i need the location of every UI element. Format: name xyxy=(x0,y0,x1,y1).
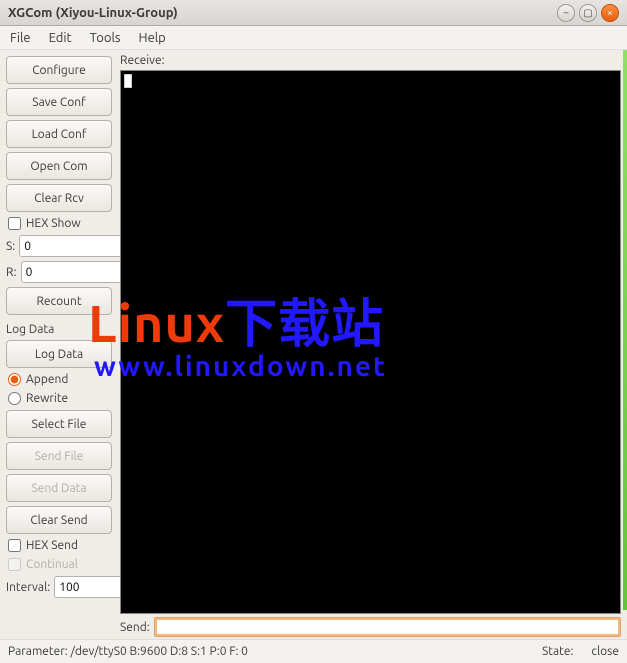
append-radio[interactable]: Append xyxy=(6,372,112,387)
window-buttons: – ▢ × xyxy=(557,4,619,22)
open-com-button[interactable]: Open Com xyxy=(6,152,112,180)
hex-show-checkbox[interactable]: HEX Show xyxy=(6,216,112,231)
close-icon[interactable]: × xyxy=(601,4,619,22)
parameter-label: Parameter: xyxy=(8,645,68,658)
receive-label: Receive: xyxy=(120,54,621,67)
titlebar: XGCom (Xiyou-Linux-Group) – ▢ × xyxy=(0,0,627,26)
hex-show-input[interactable] xyxy=(8,217,21,230)
clear-send-button[interactable]: Clear Send xyxy=(6,506,112,534)
hex-send-label: HEX Send xyxy=(26,539,78,552)
rewrite-input[interactable] xyxy=(8,392,21,405)
desktop-edge xyxy=(623,50,627,610)
terminal-caret xyxy=(124,74,132,88)
send-label: Send: xyxy=(120,621,150,634)
continual-label: Continual xyxy=(26,558,78,571)
select-file-button[interactable]: Select File xyxy=(6,410,112,438)
configure-button[interactable]: Configure xyxy=(6,56,112,84)
parameter-cell: Parameter: /dev/ttyS0 B:9600 D:8 S:1 P:0… xyxy=(8,645,248,658)
hex-show-label: HEX Show xyxy=(26,217,81,230)
menu-tools[interactable]: Tools xyxy=(90,31,121,45)
continual-input xyxy=(8,558,21,571)
save-conf-button[interactable]: Save Conf xyxy=(6,88,112,116)
content-area: Receive: Send: Linux下载站 www.linuxdown.ne… xyxy=(118,50,627,639)
s-label: S: xyxy=(6,240,15,253)
rewrite-label: Rewrite xyxy=(26,392,68,405)
recount-button[interactable]: Recount xyxy=(6,287,112,315)
load-conf-button[interactable]: Load Conf xyxy=(6,120,112,148)
parameter-value: /dev/ttyS0 B:9600 D:8 S:1 P:0 F: 0 xyxy=(71,645,248,658)
append-label: Append xyxy=(26,373,68,386)
r-label: R: xyxy=(6,266,17,279)
continual-checkbox[interactable]: Continual xyxy=(6,557,112,572)
rewrite-radio[interactable]: Rewrite xyxy=(6,391,112,406)
menubar: File Edit Tools Help xyxy=(0,26,627,50)
append-input[interactable] xyxy=(8,373,21,386)
maximize-icon[interactable]: ▢ xyxy=(579,4,597,22)
menu-edit[interactable]: Edit xyxy=(49,31,72,45)
iconify-icon[interactable]: – xyxy=(557,4,575,22)
menu-file[interactable]: File xyxy=(10,31,31,45)
log-data-button[interactable]: Log Data xyxy=(6,340,112,368)
send-input[interactable] xyxy=(154,617,621,637)
send-data-button: Send Data xyxy=(6,474,112,502)
menu-help[interactable]: Help xyxy=(139,31,166,45)
interval-label: Interval: xyxy=(6,581,50,594)
hex-send-checkbox[interactable]: HEX Send xyxy=(6,538,112,553)
state-label: State: xyxy=(542,645,573,658)
clear-rcv-button[interactable]: Clear Rcv xyxy=(6,184,112,212)
hex-send-input[interactable] xyxy=(8,539,21,552)
window-title: XGCom (Xiyou-Linux-Group) xyxy=(8,6,178,20)
state-value: close xyxy=(591,645,619,658)
receive-terminal[interactable] xyxy=(120,70,621,614)
log-data-group-label: Log Data xyxy=(6,323,112,336)
sidebar: Configure Save Conf Load Conf Open Com C… xyxy=(0,50,118,639)
send-file-button: Send File xyxy=(6,442,112,470)
statusbar: Parameter: /dev/ttyS0 B:9600 D:8 S:1 P:0… xyxy=(0,639,627,663)
